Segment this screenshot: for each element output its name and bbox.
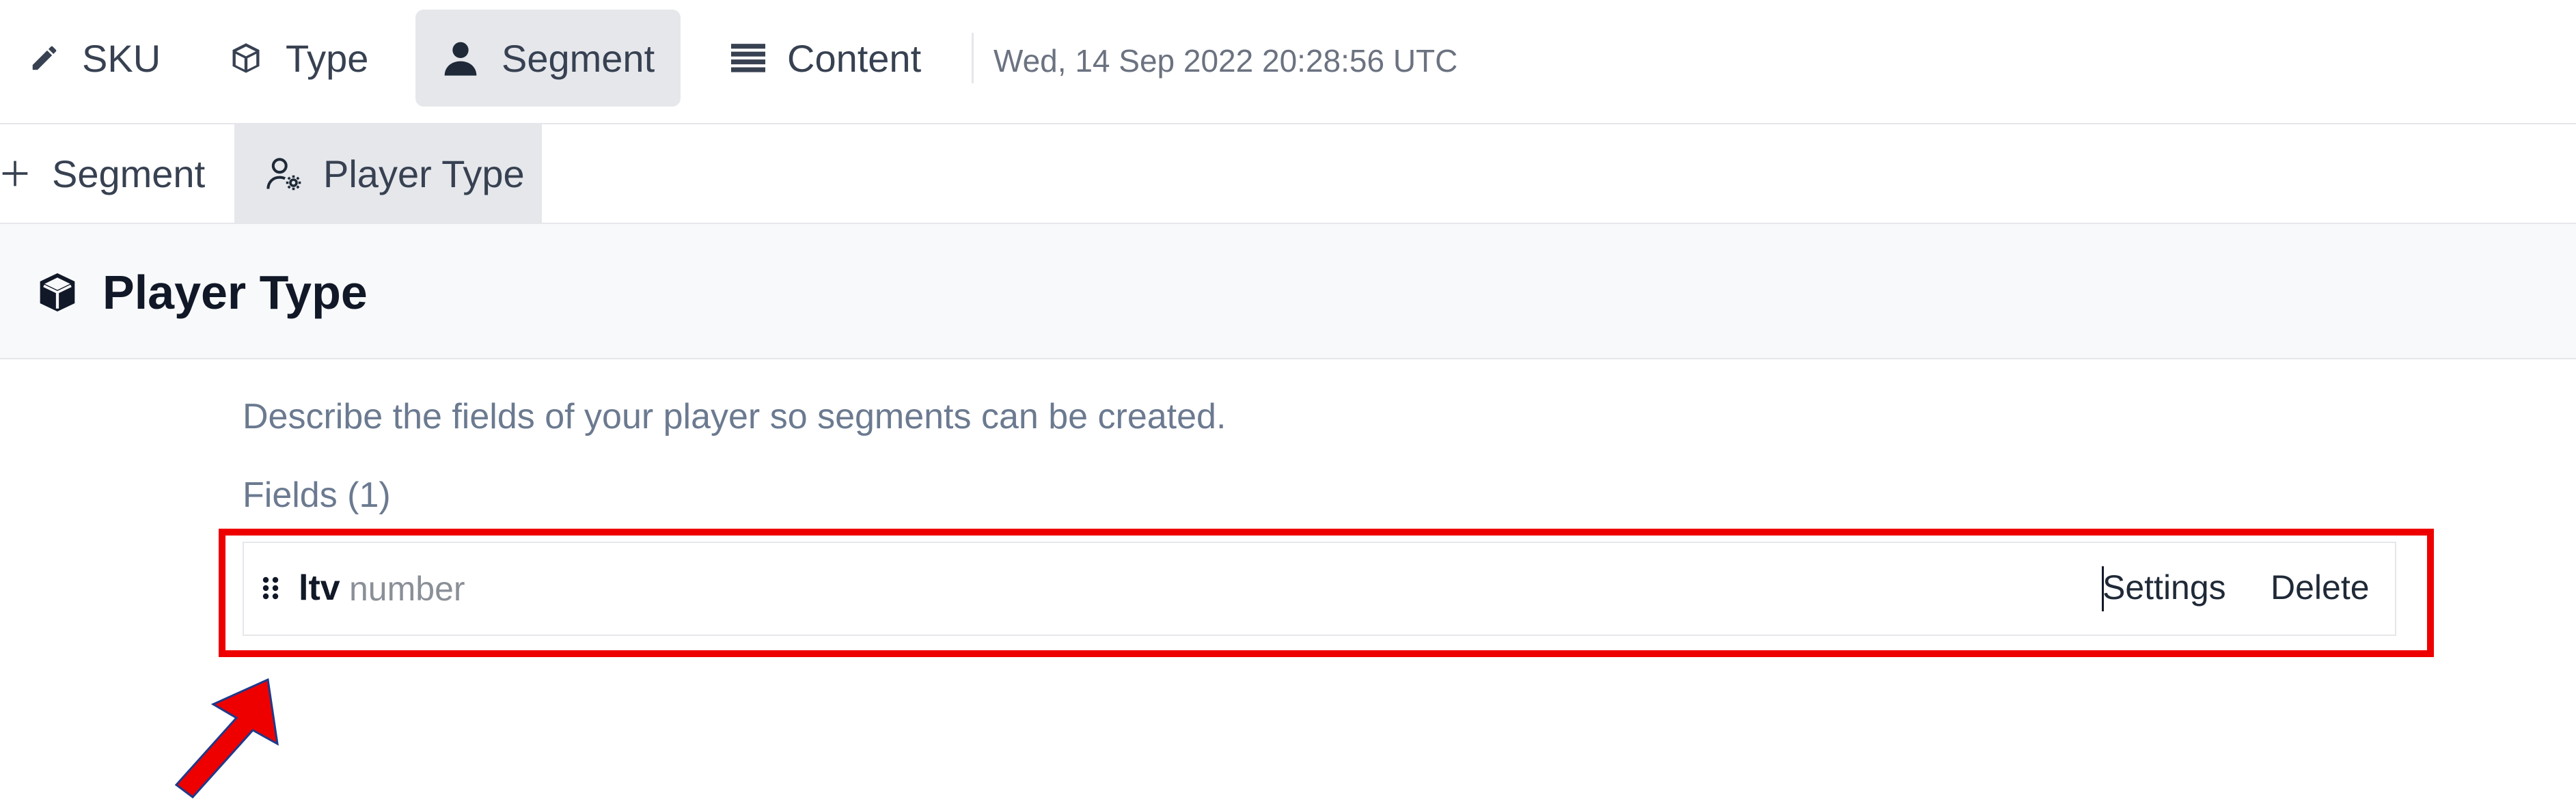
sub-nav: Segment Player Type [0,124,2576,224]
highlight-box [219,529,2434,657]
tab-type[interactable]: Type [212,10,396,107]
tab-sku-label: SKU [82,36,161,80]
cube-icon [36,270,79,318]
timestamp: Wed, 14 Sep 2022 20:28:56 UTC [994,43,1458,79]
subtab-player-type[interactable]: Player Type [234,124,542,223]
list-icon [731,43,765,73]
user-icon [441,39,480,77]
page-title: Player Type [102,266,368,319]
tab-sku[interactable]: SKU [10,10,167,107]
pencil-icon [29,42,60,74]
tab-type-label: Type [286,36,369,80]
pointer-arrow-icon [164,673,280,806]
subtab-segment-label: Segment [52,152,206,195]
tab-segment[interactable]: Segment [415,10,681,107]
page-header: Player Type [0,224,2576,359]
page-description: Describe the fields of your player so se… [243,397,1227,436]
tab-content-label: Content [787,36,922,80]
nav-divider [972,33,974,83]
tab-segment-label: Segment [502,36,655,80]
plus-icon [0,158,30,189]
user-gear-icon [266,155,303,192]
tab-content[interactable]: Content [711,10,950,107]
subtab-player-type-label: Player Type [323,152,525,195]
cube-icon [228,40,264,76]
fields-heading: Fields (1) [243,475,391,515]
top-nav: SKU Type Segment Content Wed, 14 Sep 202… [0,0,2576,124]
subtab-segment[interactable]: Segment [0,124,232,223]
